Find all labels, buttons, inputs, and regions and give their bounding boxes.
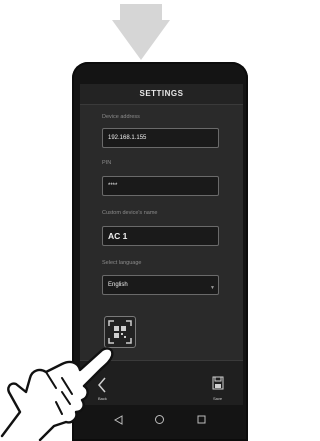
save-icon[interactable] — [212, 376, 224, 390]
page-title: SETTINGS — [80, 84, 243, 105]
pin-label: PIN — [102, 160, 112, 166]
language-label: Select language — [102, 260, 142, 266]
device-address-label: Device address — [102, 114, 140, 120]
pointing-hand-icon — [0, 347, 114, 441]
nav-recent-apps-icon[interactable] — [197, 415, 206, 424]
chevron-down-icon: ▼ — [210, 285, 215, 291]
pin-field[interactable]: **** — [102, 176, 219, 196]
device-address-field[interactable]: 192.168.1.155 — [102, 128, 219, 148]
save-label[interactable]: Save — [213, 396, 222, 401]
stage: SETTINGS Device address 192.168.1.155 PI… — [0, 0, 251, 441]
nav-home-icon[interactable] — [154, 414, 165, 425]
down-arrow-icon — [112, 4, 170, 60]
custom-name-field[interactable]: AC 1 — [102, 226, 219, 246]
custom-name-label: Custom device's name — [102, 210, 158, 216]
language-select[interactable]: English — [102, 275, 219, 295]
